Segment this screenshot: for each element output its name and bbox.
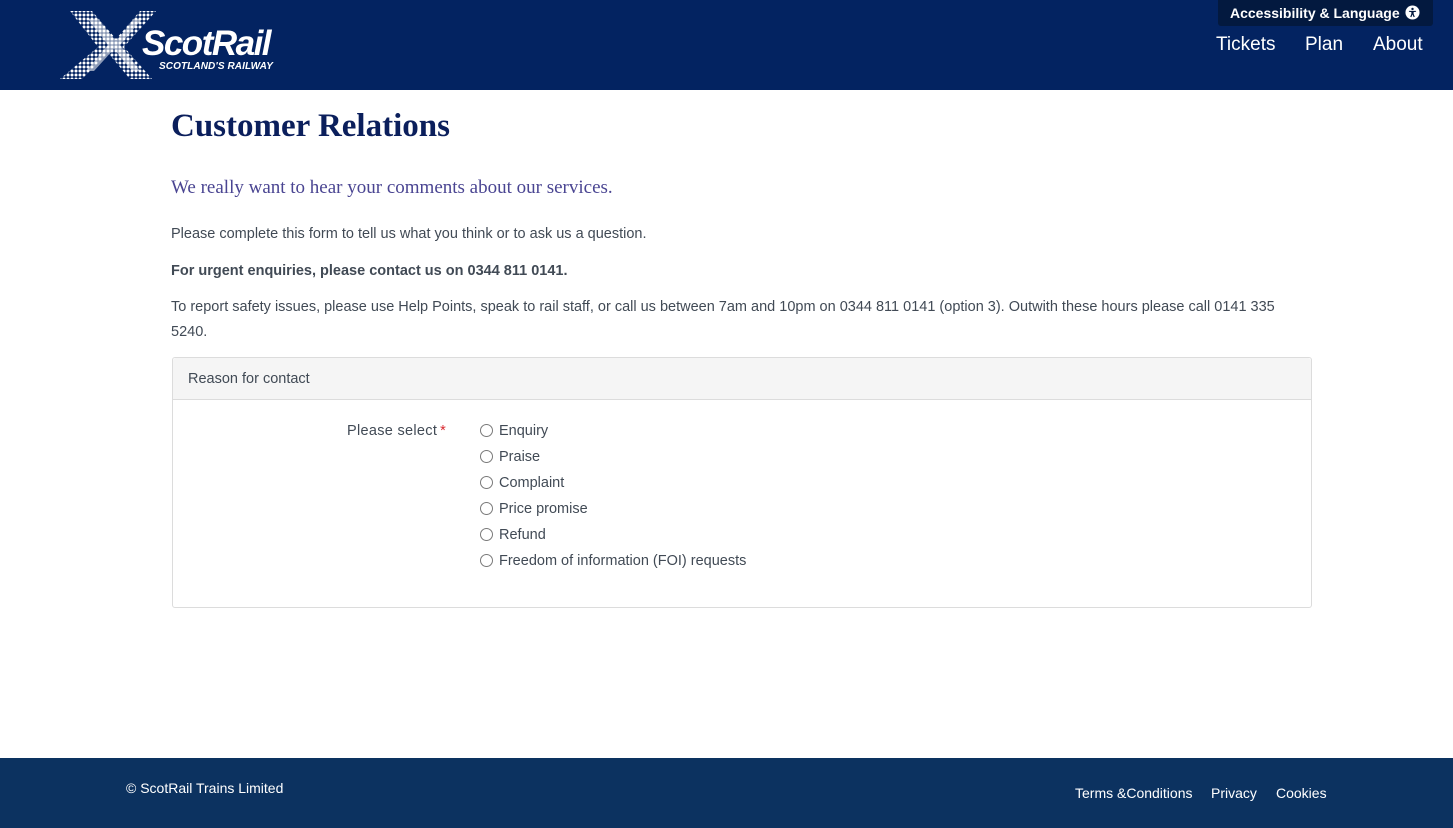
reason-for-contact-panel: Reason for contact Please select * Enquir… (172, 357, 1312, 608)
radio-label[interactable]: Price promise (499, 500, 588, 518)
radio-option-complaint[interactable]: Complaint (480, 474, 746, 500)
intro-paragraph: Please complete this form to tell us wha… (171, 226, 647, 242)
radio-option-praise[interactable]: Praise (480, 448, 746, 474)
radio-button[interactable] (480, 424, 493, 437)
accessibility-language-button[interactable]: Accessibility & Language (1218, 0, 1433, 26)
scotrail-logo[interactable]: ScotRail SCOTLAND'S RAILWAY (58, 9, 274, 81)
radio-option-price-promise[interactable]: Price promise (480, 500, 746, 526)
required-marker: * (440, 423, 447, 439)
urgent-enquiries-paragraph: For urgent enquiries, please contact us … (171, 263, 568, 279)
radio-option-foi-requests[interactable]: Freedom of information (FOI) requests (480, 552, 746, 578)
panel-heading: Reason for contact (173, 358, 1311, 400)
radio-option-refund[interactable]: Refund (480, 526, 746, 552)
radio-button[interactable] (480, 554, 493, 567)
field-label-text: Please select (347, 423, 438, 439)
site-footer: © ScotRail Trains Limited Terms &Conditi… (0, 758, 1453, 828)
nav-tickets[interactable]: Tickets (1216, 34, 1275, 56)
radio-button[interactable] (480, 502, 493, 515)
radio-button[interactable] (480, 450, 493, 463)
copyright-text: © ScotRail Trains Limited (126, 780, 284, 796)
radio-button[interactable] (480, 528, 493, 541)
lead-text: We really want to hear your comments abo… (171, 177, 613, 198)
site-header: ScotRail SCOTLAND'S RAILWAY Accessibilit… (0, 0, 1453, 90)
footer-link-cookies[interactable]: Cookies (1276, 785, 1327, 802)
radio-label[interactable]: Complaint (499, 474, 564, 492)
radio-label[interactable]: Praise (499, 448, 540, 466)
nav-plan[interactable]: Plan (1305, 34, 1343, 56)
safety-paragraph: To report safety issues, please use Help… (171, 299, 1275, 340)
reason-radio-group: Enquiry Praise Complaint Price promise R… (480, 422, 746, 578)
radio-option-enquiry[interactable]: Enquiry (480, 422, 746, 448)
logo-tagline: SCOTLAND'S RAILWAY (159, 61, 273, 72)
radio-label[interactable]: Enquiry (499, 422, 548, 440)
logo-wordmark: ScotRail (142, 24, 272, 63)
nav-about[interactable]: About (1373, 34, 1423, 56)
field-label: Please select * (347, 422, 446, 440)
radio-button[interactable] (480, 476, 493, 489)
page-title: Customer Relations (171, 108, 450, 144)
accessibility-language-label: Accessibility & Language (1230, 5, 1400, 21)
radio-label[interactable]: Refund (499, 526, 546, 544)
radio-label[interactable]: Freedom of information (FOI) requests (499, 552, 746, 570)
footer-link-privacy[interactable]: Privacy (1211, 785, 1257, 802)
footer-link-terms[interactable]: Terms &Conditions (1075, 785, 1193, 802)
accessibility-person-icon (1405, 5, 1420, 20)
